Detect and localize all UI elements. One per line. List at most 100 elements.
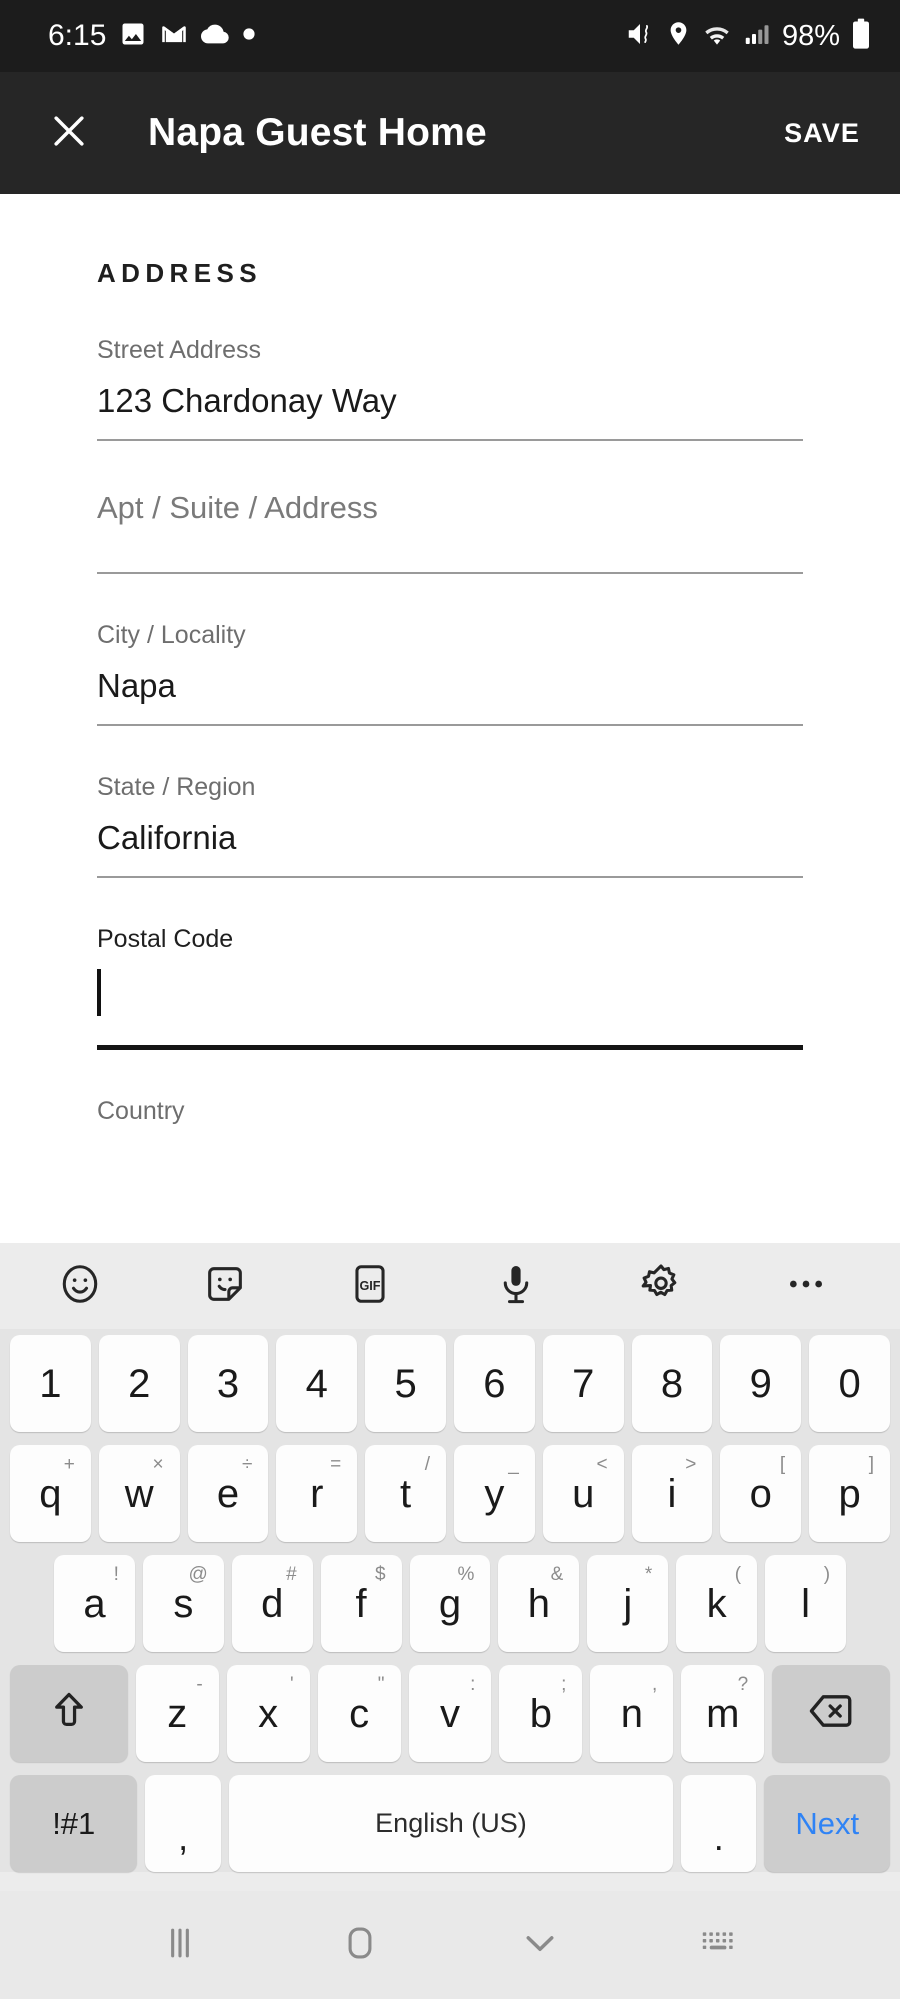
key-label: v [439, 1691, 460, 1736]
save-button[interactable]: SAVE [774, 104, 870, 163]
field-value-city-locality: Napa [97, 667, 176, 704]
key-4[interactable]: 4 [276, 1335, 358, 1432]
space-key[interactable]: English (US) [228, 1775, 674, 1872]
key-s[interactable]: @ s [142, 1555, 224, 1652]
period-key[interactable]: . [681, 1775, 757, 1872]
key-a[interactable]: ! a [54, 1555, 135, 1652]
key-g[interactable]: % g [409, 1555, 491, 1652]
key-superscript: ( [734, 1564, 742, 1585]
key-superscript: + [63, 1454, 75, 1475]
cloud-icon [201, 20, 230, 53]
field-postal-code[interactable]: Postal Code [97, 878, 803, 1050]
system-navigation-bar [0, 1891, 900, 1999]
keyboard-settings-button[interactable] [625, 1250, 697, 1322]
key-superscript: : [470, 1674, 476, 1695]
key-r[interactable]: = r [276, 1445, 358, 1542]
battery-icon [850, 18, 872, 55]
address-form: ADDRESS Street Address 123 Chardonay Way… [0, 194, 900, 1243]
key-1[interactable]: 1 [10, 1335, 91, 1432]
status-bar-right: 98% [625, 18, 872, 55]
field-country[interactable]: Country [97, 1050, 803, 1128]
space-key-label: English (US) [375, 1808, 527, 1838]
gif-button[interactable]: GIF [334, 1250, 406, 1322]
key-8[interactable]: 8 [631, 1335, 713, 1432]
key-7[interactable]: 7 [542, 1335, 624, 1432]
next-key[interactable]: Next [764, 1775, 890, 1872]
gear-icon [638, 1261, 684, 1312]
overflow-menu-icon [783, 1261, 829, 1312]
status-bar-left: 6:15 [48, 20, 256, 53]
key-t[interactable]: / t [365, 1445, 446, 1542]
key-superscript: ÷ [241, 1454, 253, 1475]
battery-percent-label: 98% [781, 19, 840, 52]
page-title: Napa Guest Home [148, 111, 487, 154]
key-z[interactable]: -z [135, 1665, 219, 1762]
key-label: w [124, 1471, 154, 1516]
key-label: d [261, 1581, 284, 1626]
keyboard-dismiss-button[interactable] [498, 1903, 582, 1987]
key-label: x [258, 1691, 279, 1736]
field-apt-suite-address[interactable]: Apt / Suite / Address [97, 441, 803, 574]
recents-button[interactable] [138, 1903, 222, 1987]
key-superscript: _ [508, 1454, 519, 1475]
key-label: c [349, 1691, 370, 1736]
key-f[interactable]: $ f [320, 1555, 402, 1652]
overflow-menu-button[interactable] [770, 1250, 842, 1322]
key-o[interactable]: [o [720, 1445, 802, 1542]
key-k[interactable]: (k [676, 1555, 758, 1652]
key-6[interactable]: 6 [454, 1335, 535, 1432]
keyboard-switch-icon [698, 1921, 742, 1970]
key-m[interactable]: ? m [681, 1665, 765, 1762]
key-label: u [572, 1471, 595, 1516]
key-label: a [83, 1581, 106, 1626]
field-street-address[interactable]: Street Address 123 Chardonay Way [97, 289, 803, 441]
key-0[interactable]: 0 [809, 1335, 890, 1432]
key-d[interactable]: # d [231, 1555, 313, 1652]
key-c[interactable]: " c [317, 1665, 401, 1762]
key-label: k [706, 1581, 727, 1626]
home-button[interactable] [318, 1903, 402, 1987]
shift-key[interactable] [10, 1665, 128, 1762]
key-l[interactable]: ) l [765, 1555, 847, 1652]
sticker-button[interactable] [189, 1250, 261, 1322]
key-q[interactable]: + q [10, 1445, 91, 1542]
key-h[interactable]: & h [498, 1555, 580, 1652]
keyboard-switch-button[interactable] [678, 1903, 762, 1987]
key-label: s [173, 1581, 194, 1626]
emoji-button[interactable] [44, 1250, 116, 1322]
field-city-locality[interactable]: City / Locality Napa [97, 574, 803, 726]
close-button[interactable] [36, 100, 102, 166]
key-label: g [438, 1581, 462, 1626]
field-placeholder-apt-suite-address: Apt / Suite / Address [97, 490, 378, 525]
key-v[interactable]: :v [408, 1665, 492, 1762]
location-icon [665, 20, 692, 52]
sticker-icon [202, 1261, 248, 1312]
key-5[interactable]: 5 [365, 1335, 446, 1432]
keyboard-row-qwerty: + q × w ÷ e = r / t _ y < u > i [o ] p [4, 1445, 896, 1542]
key-y[interactable]: _ y [454, 1445, 535, 1542]
symbols-key[interactable]: !#1 [10, 1775, 138, 1872]
key-superscript: ' [289, 1674, 294, 1695]
key-j[interactable]: * j [587, 1555, 669, 1652]
key-2[interactable]: 2 [98, 1335, 180, 1432]
key-label: 9 [749, 1361, 772, 1406]
key-superscript: " [377, 1674, 385, 1695]
key-n[interactable]: ,n [590, 1665, 674, 1762]
key-u[interactable]: < u [542, 1445, 624, 1542]
microphone-button[interactable] [480, 1250, 552, 1322]
key-e[interactable]: ÷ e [187, 1445, 269, 1542]
field-value-state-region: California [97, 819, 237, 856]
text-caret [97, 969, 101, 1016]
key-3[interactable]: 3 [187, 1335, 269, 1432]
key-9[interactable]: 9 [720, 1335, 802, 1432]
key-superscript: , [652, 1674, 658, 1695]
field-state-region[interactable]: State / Region California [97, 726, 803, 878]
backspace-key[interactable] [772, 1665, 890, 1762]
comma-key[interactable]: , [145, 1775, 221, 1872]
close-icon [47, 109, 91, 158]
key-b[interactable]: ; b [499, 1665, 583, 1762]
key-i[interactable]: > i [631, 1445, 713, 1542]
key-w[interactable]: × w [98, 1445, 180, 1542]
key-p[interactable]: ] p [809, 1445, 890, 1542]
key-x[interactable]: ' x [226, 1665, 310, 1762]
